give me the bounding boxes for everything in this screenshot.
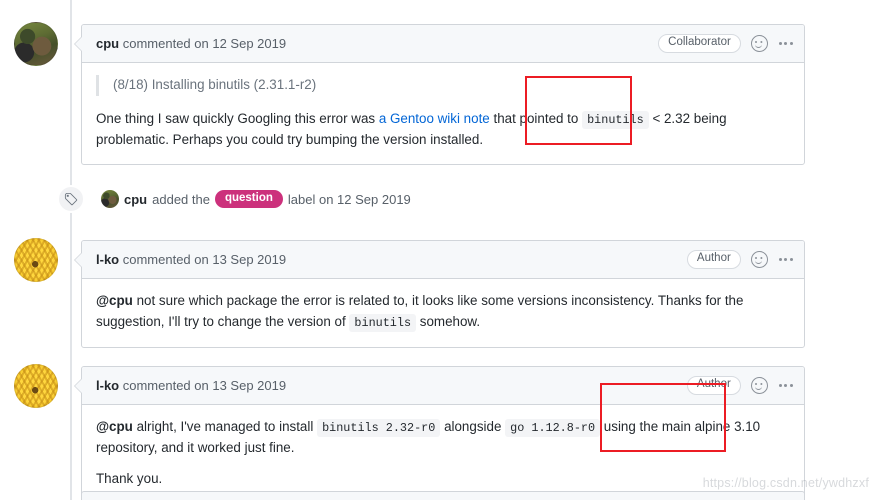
smiley-icon[interactable] — [750, 251, 768, 268]
inline-code-binutils-232: binutils 2.32-r0 — [317, 419, 441, 437]
comment-paragraph-3: @cpu alright, I've managed to install bi… — [96, 417, 790, 459]
comment-author-1[interactable]: cpu — [96, 36, 119, 51]
comment-body-3: @cpu alright, I've managed to install bi… — [82, 405, 804, 500]
text-after-link: that pointed to — [489, 110, 583, 126]
inline-code-binutils: binutils — [582, 110, 649, 129]
comment-body-1: (8/18) Installing binutils (2.31.1-r2) O… — [82, 63, 804, 164]
avatar-lko-1[interactable] — [14, 238, 58, 282]
text-body-3b: alongside — [440, 419, 506, 434]
label-event-verb: added the — [152, 191, 210, 207]
label-pill-question[interactable]: question — [214, 189, 283, 209]
smiley-icon[interactable] — [750, 377, 768, 394]
timeline-event-label: cpu added the question label on 12 Sep 2… — [0, 182, 877, 216]
comment-author-line-1: cpu commented on 12 Sep 2019 — [96, 36, 286, 51]
gentoo-wiki-link[interactable]: a Gentoo wiki note — [379, 111, 490, 126]
comment-body-2: @cpu not sure which package the error is… — [82, 279, 804, 347]
comment-header-3: l-ko commented on 13 Sep 2019 Author — [82, 367, 804, 405]
comment-paragraph-1: One thing I saw quickly Googling this er… — [96, 109, 790, 151]
role-badge-author-1: Author — [686, 250, 741, 269]
comment-author-line-2: l-ko commented on 13 Sep 2019 — [96, 252, 286, 267]
mention-cpu-2[interactable]: @cpu — [96, 419, 133, 434]
comment-card-2: l-ko commented on 13 Sep 2019 Author @cp… — [74, 240, 805, 348]
role-badge-collaborator: Collaborator — [658, 34, 741, 53]
inline-code-binutils-2: binutils — [349, 313, 417, 332]
github-issue-thread: cpu commented on 12 Sep 2019 Collaborato… — [0, 0, 877, 500]
comment-meta-2: commented on 13 Sep 2019 — [119, 252, 287, 267]
label-event-suffix: label on 12 Sep 2019 — [287, 191, 411, 207]
smiley-icon[interactable] — [750, 35, 768, 52]
comment-header-actions-1: Collaborator — [658, 34, 794, 53]
avatar-lko-2[interactable] — [14, 364, 58, 408]
mention-cpu-1[interactable]: @cpu — [96, 293, 133, 308]
watermark-url: https://blog.csdn.net/ywdhzxf — [702, 476, 869, 490]
avatar-cpu[interactable] — [14, 22, 58, 66]
text-body-3a: alright, I've managed to install — [132, 419, 318, 434]
text-body-2b: somehow. — [416, 313, 481, 329]
comment-card-1: cpu commented on 12 Sep 2019 Collaborato… — [74, 24, 805, 166]
kebab-menu-icon[interactable] — [778, 38, 794, 49]
kebab-menu-icon[interactable] — [778, 254, 794, 265]
label-event-actor[interactable]: cpu — [124, 192, 147, 207]
comment-author-2[interactable]: l-ko — [96, 252, 119, 267]
comment-header-1: cpu commented on 12 Sep 2019 Collaborato… — [82, 25, 804, 63]
label-event-text: cpu added the question label on 12 Sep 2… — [101, 189, 411, 209]
comment-header-actions-3: Author — [686, 376, 794, 395]
kebab-menu-icon[interactable] — [778, 380, 794, 391]
timeline-rail — [70, 0, 72, 500]
comment-meta-3: commented on 13 Sep 2019 — [119, 378, 287, 393]
next-comment-card-stub — [81, 491, 805, 500]
mini-avatar-cpu[interactable] — [101, 190, 119, 208]
role-badge-author-2: Author — [686, 376, 741, 395]
comment-meta-1: commented on 12 Sep 2019 — [119, 36, 287, 51]
comment-paragraph-4: Thank you. — [96, 470, 163, 486]
inline-code-go-version: go 1.12.8-r0 — [505, 419, 601, 437]
comment-card-3: l-ko commented on 13 Sep 2019 Author @cp… — [74, 366, 805, 500]
comment-paragraph-2: @cpu not sure which package the error is… — [96, 291, 790, 333]
comment-header-actions-2: Author — [686, 250, 794, 269]
text-before-link: One thing I saw quickly Googling this er… — [96, 110, 379, 126]
tag-icon — [57, 185, 85, 213]
blockquote-install-log: (8/18) Installing binutils (2.31.1-r2) — [96, 75, 790, 96]
comment-header-2: l-ko commented on 13 Sep 2019 Author — [82, 241, 804, 279]
comment-author-line-3: l-ko commented on 13 Sep 2019 — [96, 378, 286, 393]
comment-author-3[interactable]: l-ko — [96, 378, 119, 393]
